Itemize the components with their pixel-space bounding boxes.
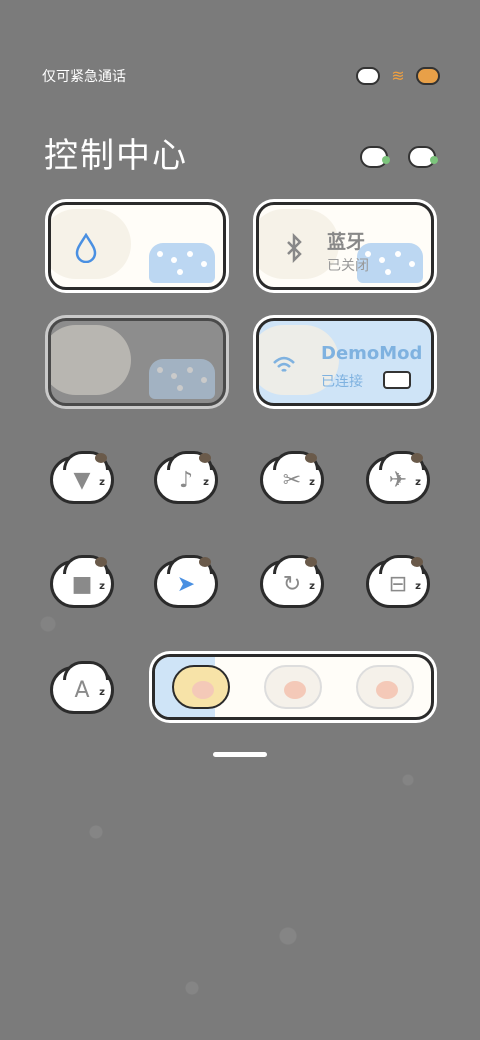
flashlight-toggle[interactable]: ▼ z	[50, 451, 114, 504]
ear-decoration	[411, 557, 423, 567]
sheep-face-icon	[376, 681, 398, 699]
font-icon: A	[74, 677, 90, 703]
rotation-lock-icon: ↻	[282, 571, 302, 597]
lock-toggle[interactable]: ■ z	[50, 555, 114, 608]
ear-decoration	[95, 453, 107, 463]
water-drop-icon	[75, 233, 97, 263]
pillow-decoration	[149, 243, 215, 283]
settings-sheep-icon[interactable]	[408, 146, 438, 168]
carrier-text: 仅可紧急通话	[42, 69, 126, 85]
font-toggle[interactable]: A z	[50, 661, 114, 714]
lock-icon: ■	[71, 571, 93, 597]
location-toggle[interactable]: ➤	[154, 555, 218, 608]
airplane-toggle[interactable]: ✈ z	[366, 451, 430, 504]
sleep-z-icon: z	[203, 477, 209, 488]
airplane-icon: ✈	[388, 467, 408, 493]
screen-scan-toggle[interactable]: ⊟ z	[366, 555, 430, 608]
wifi-card[interactable]: DemoMod 已连接	[256, 318, 434, 406]
header-actions	[360, 146, 438, 168]
ear-decoration	[199, 453, 211, 463]
cake-icon	[383, 371, 411, 389]
theme-item[interactable]	[172, 665, 230, 709]
cake-icon	[356, 67, 380, 85]
status-icons: ≋	[356, 67, 440, 85]
sleep-z-icon: z	[309, 477, 315, 488]
screenshot-toggle[interactable]: ✂ z	[260, 451, 324, 504]
wifi-network-name: DemoMod	[321, 343, 423, 364]
theme-selector	[152, 654, 434, 720]
bluetooth-card[interactable]: 蓝牙 已关闭	[256, 202, 434, 290]
sleep-z-icon: z	[415, 581, 421, 592]
flashlight-icon: ▼	[73, 467, 91, 493]
disabled-card[interactable]	[48, 318, 226, 406]
theme-item[interactable]	[264, 665, 322, 709]
ear-decoration	[199, 557, 211, 567]
ear-decoration	[305, 453, 317, 463]
wifi-status: 已连接	[321, 374, 363, 390]
burger-icon	[416, 67, 440, 85]
location-icon: ➤	[176, 571, 196, 597]
mobile-data-card[interactable]	[48, 202, 226, 290]
sheep-face-icon	[192, 681, 214, 699]
rotation-lock-toggle[interactable]: ↻ z	[260, 555, 324, 608]
bluetooth-status: 已关闭	[327, 258, 369, 274]
sleep-z-icon: z	[99, 687, 105, 698]
scissors-icon: ✂	[282, 467, 302, 493]
scan-icon: ⊟	[388, 571, 408, 597]
bluetooth-label: 蓝牙	[327, 231, 366, 253]
sleep-z-icon: z	[99, 581, 105, 592]
wifi-icon: ≋	[391, 66, 405, 85]
edit-sheep-icon[interactable]	[360, 146, 390, 168]
wifi-icon	[273, 356, 295, 372]
bell-toggle[interactable]: ♪ z	[154, 451, 218, 504]
ear-decoration	[95, 557, 107, 567]
sleep-z-icon: z	[309, 581, 315, 592]
page-title: 控制中心	[44, 136, 188, 176]
ear-decoration	[411, 453, 423, 463]
ear-decoration	[305, 557, 317, 567]
theme-item[interactable]	[356, 665, 414, 709]
pillow-decoration	[149, 359, 215, 399]
sheep-face-icon	[284, 681, 306, 699]
sleep-z-icon: z	[415, 477, 421, 488]
home-indicator[interactable]	[213, 752, 267, 757]
sheep-decoration	[51, 325, 131, 395]
status-bar: 仅可紧急通话 ≋	[42, 66, 440, 86]
sleep-z-icon: z	[99, 477, 105, 488]
bell-icon: ♪	[178, 467, 194, 493]
bluetooth-icon	[287, 233, 302, 263]
